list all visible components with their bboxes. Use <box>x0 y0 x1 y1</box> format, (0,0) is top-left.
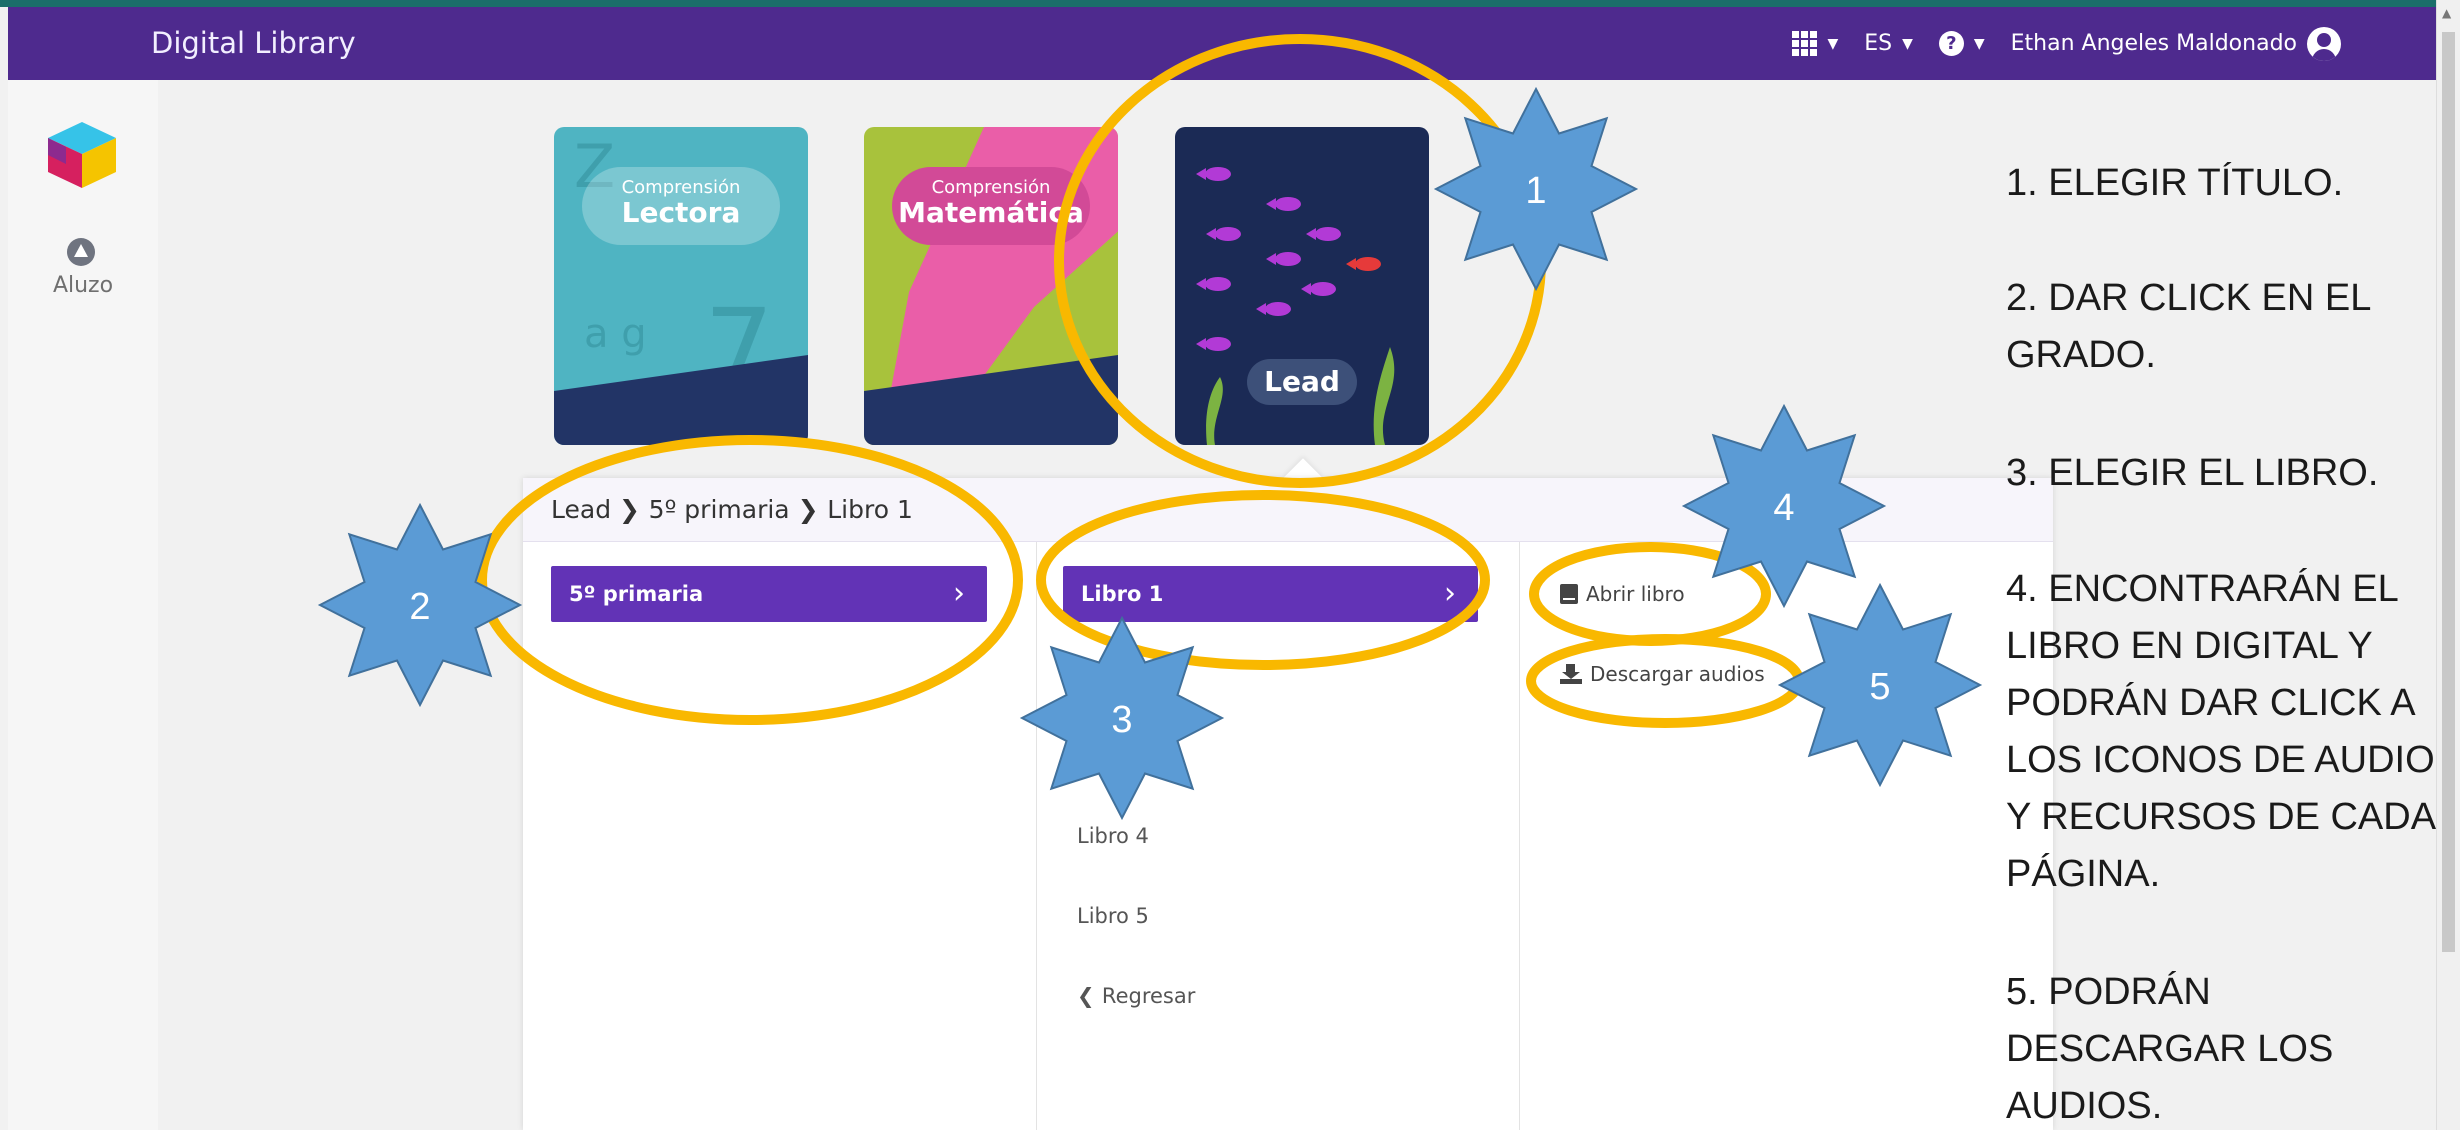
book-card-lectora[interactable]: Z 7 a g Comprensión Lectora <box>554 127 808 445</box>
panel-header: Lead ❯ 5º primaria ❯ Libro 1 <box>523 478 2053 542</box>
back-link[interactable]: ❮ Regresar <box>1077 984 1195 1008</box>
download-icon <box>1560 664 1582 684</box>
caret-down-icon: ▼ <box>1973 35 1985 52</box>
brand-title[interactable]: Digital Library <box>151 7 356 80</box>
instruction-5: 5. PODRÁN DESCARGAR LOS AUDIOS. <box>2006 971 2334 1127</box>
caret-down-icon: ▼ <box>1902 35 1913 52</box>
top-navbar: Digital Library ▼ ES ▼ ? ▼ Ethan Angeles… <box>8 7 2436 80</box>
book-label: Libro 1 <box>1081 582 1164 606</box>
cover-subtitle: Comprensión <box>621 177 741 198</box>
breadcrumb-item: Libro 1 <box>827 495 913 524</box>
language-label: ES <box>1864 31 1893 56</box>
cover-title-badge: Comprensión Lectora <box>582 167 780 245</box>
aluzo-label[interactable]: Aluzo <box>8 273 158 298</box>
book-card-matematica[interactable]: Comprensión Matemática <box>864 127 1118 445</box>
open-book-label: Abrir libro <box>1586 582 1685 606</box>
back-label: Regresar <box>1101 984 1196 1008</box>
help-menu[interactable]: ? ▼ <box>1938 31 1985 56</box>
cover-title-badge: Comprensión Matemática <box>892 167 1090 245</box>
aluzo-icon[interactable] <box>67 238 95 266</box>
scroll-up-arrow-icon[interactable]: ▲ <box>2442 6 2451 20</box>
page-scrollbar[interactable]: ▲ <box>2436 0 2460 1130</box>
book-item-selected[interactable]: Libro 1 › <box>1063 566 1478 622</box>
chevron-right-icon: › <box>1444 576 1456 611</box>
actions-column: Abrir libro Descargar audios <box>1520 542 2053 1130</box>
scroll-thumb[interactable] <box>2442 32 2455 952</box>
breadcrumb: Lead ❯ 5º primaria ❯ Libro 1 <box>551 478 913 542</box>
language-menu[interactable]: ES ▼ <box>1864 31 1913 56</box>
screen: { "header": { "brand": "Digital Library"… <box>0 0 2460 1130</box>
chevron-left-icon: ❮ <box>1077 984 1102 1008</box>
cover-title: Lead <box>1247 359 1357 405</box>
book-selection-panel: Lead ❯ 5º primaria ❯ Libro 1 5º primaria… <box>523 478 2053 1130</box>
instruction-1: 1. ELEGIR TÍTULO. <box>2006 162 2344 204</box>
apps-menu[interactable]: ▼ <box>1792 31 1838 56</box>
user-name: Ethan Angeles Maldonado <box>2010 31 2297 56</box>
grade-item-selected[interactable]: 5º primaria › <box>551 566 987 622</box>
grade-column: 5º primaria › <box>523 542 1037 1130</box>
grade-label: 5º primaria <box>569 582 704 606</box>
help-icon: ? <box>1938 31 1964 56</box>
user-avatar-icon <box>2307 26 2341 61</box>
book-column: Libro 1 › Libro 4 Libro 5 ❮ Regresar <box>1037 542 1520 1130</box>
book-icon <box>1560 584 1578 604</box>
download-audio-button[interactable]: Descargar audios <box>1560 662 1765 686</box>
apps-grid-icon <box>1792 31 1818 56</box>
user-menu[interactable]: Ethan Angeles Maldonado <box>2010 26 2341 61</box>
instruction-4: 4. ENCONTRARÁN EL LIBRO EN DIGITAL Y POD… <box>2006 568 2435 895</box>
breadcrumb-separator-icon: ❯ <box>797 495 828 524</box>
breadcrumb-item[interactable]: Lead <box>551 495 611 524</box>
instruction-2: 2. DAR CLICK EN EL GRADO. <box>2006 277 2370 376</box>
caret-down-icon: ▼ <box>1827 35 1839 52</box>
app-sidebar: Aluzo <box>8 80 158 1130</box>
cover-subtitle: Comprensión <box>931 177 1051 198</box>
cover-title: Matemática <box>898 196 1084 229</box>
cover-title: Lectora <box>621 196 741 229</box>
open-book-button[interactable]: Abrir libro <box>1560 582 1685 606</box>
download-audio-label: Descargar audios <box>1590 662 1765 686</box>
breadcrumb-separator-icon: ❯ <box>619 495 649 524</box>
navbar-actions: ▼ ES ▼ ? ▼ Ethan Angeles Maldonado <box>1792 7 2341 80</box>
book-item[interactable]: Libro 5 <box>1077 904 1149 928</box>
breadcrumb-item[interactable]: 5º primaria <box>649 495 790 524</box>
instruction-3: 3. ELEGIR EL LIBRO. <box>2006 452 2379 494</box>
book-card-lead[interactable]: Lead <box>1175 127 1429 445</box>
svg-text:a g: a g <box>584 311 647 357</box>
chevron-right-icon: › <box>953 576 965 611</box>
book-item[interactable]: Libro 4 <box>1077 824 1149 848</box>
library-logo-icon[interactable] <box>46 120 118 190</box>
top-accent-line <box>0 0 2436 7</box>
